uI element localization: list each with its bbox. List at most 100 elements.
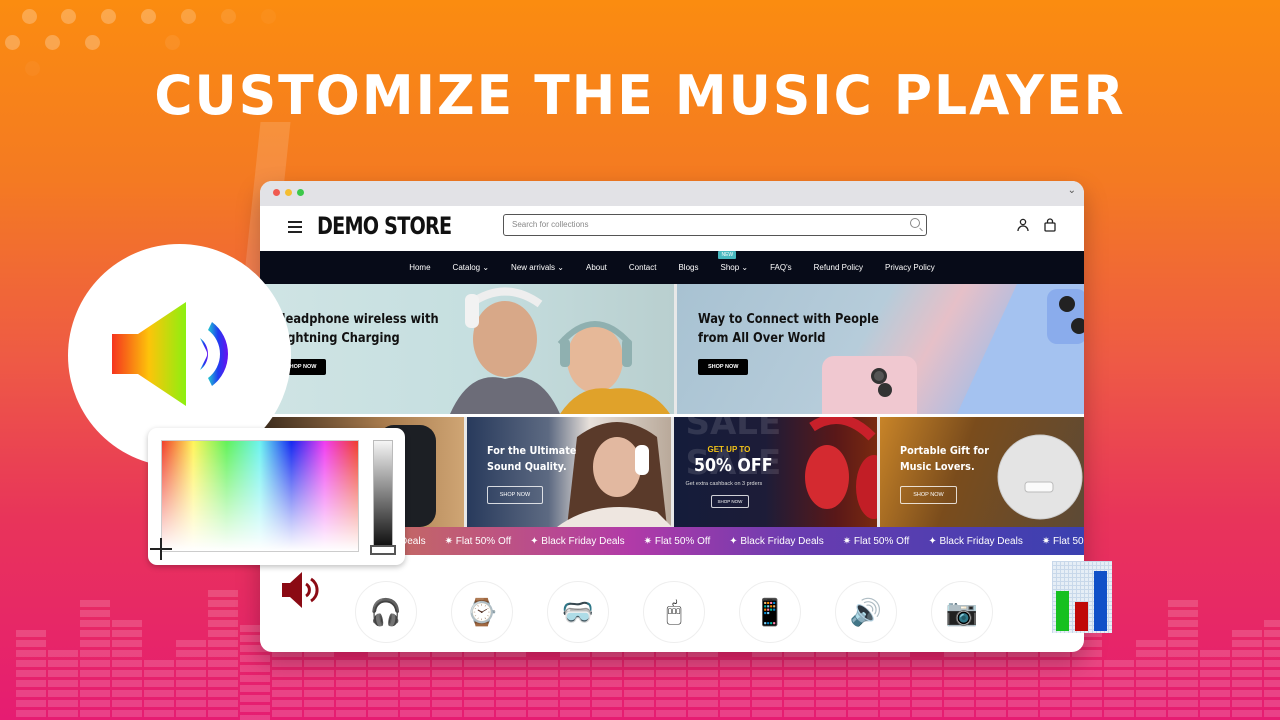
sale-kicker: GET UP TO [707,445,751,454]
browser-window: ⌄ DEMO STORE Search for collections Home… [260,181,1084,652]
search-input[interactable]: Search for collections [503,214,927,236]
ticker-item: ✦ Black Friday Deals [928,535,1023,547]
category-item[interactable]: 🖱 [643,581,705,643]
equalizer-bar [336,660,366,720]
equalizer-bar [656,640,686,720]
red-headphones-image [804,417,878,519]
ticker-item: ✷ Flat 50% Off [1041,535,1084,547]
promo-title-line1: Portable Gift for [900,444,990,457]
bar-chart-icon [1052,561,1112,633]
ticker-item: ✷ Flat 50% Off [643,535,711,547]
ticker-item: ✦ Black Friday Deals [530,535,625,547]
vr-headset-icon: 🥽 [561,596,595,627]
equalizer-bar [976,640,1006,720]
robot-vacuum-image [997,434,1083,520]
equalizer-bar [176,640,206,720]
maximize-window-button[interactable] [297,189,304,196]
nav-item-refund-policy[interactable]: Refund Policy [814,263,863,272]
smartwatch-icon: ⌚ [465,596,499,627]
phone-icon: 📱 [753,596,787,627]
main-nav: Home Catalog ⌄ New arrivals ⌄ About Contact B… [260,251,1084,284]
category-item[interactable]: ⌚ [451,581,513,643]
nav-item-shop[interactable]: Shop ⌄ NEW [718,251,748,272]
equalizer-bar [720,660,750,720]
equalizer-bar [112,620,142,720]
hero-banner-headphones[interactable]: Headphone wireless with Lightning Chargin… [260,284,674,414]
cart-icon[interactable] [1043,218,1057,232]
ticker-item: ✦ Black Friday Deals [729,535,824,547]
search-placeholder: Search for collections [512,220,589,229]
category-item[interactable]: 🥽 [547,581,609,643]
equalizer-bar [1104,660,1134,720]
color-spectrum[interactable] [161,440,359,552]
volume-gradient-icon [112,302,228,406]
nav-item-about[interactable]: About [586,263,607,272]
new-badge: NEW [718,251,737,259]
store-header: DEMO STORE Search for collections [260,206,1084,251]
shop-now-button[interactable]: SHOP NOW [900,486,957,504]
nav-item-contact[interactable]: Contact [629,263,657,272]
sale-subtitle: Get extra cashback on 3 prders [685,481,763,487]
equalizer-bar [48,650,78,720]
airpods-icon: 🎧 [369,596,403,627]
equalizer-bar [1040,650,1070,720]
equalizer-bar [1200,650,1230,720]
close-window-button[interactable] [273,189,280,196]
mouse-icon: 🖱 [666,596,682,626]
nav-item-privacy-policy[interactable]: Privacy Policy [885,263,935,272]
promo-title-line2: Sound Quality. [486,460,567,473]
equalizer-bar [528,660,558,720]
equalizer-bar [80,600,110,720]
equalizer-bar [1136,640,1166,720]
equalizer-bar [464,650,494,720]
nav-item-faq-s[interactable]: FAQ's [770,263,792,272]
equalizer-bar [400,640,430,720]
equalizer-bar [1232,630,1262,720]
equalizer-bar [1168,600,1198,720]
category-item[interactable]: 🎧 [355,581,417,643]
security-camera-icon: 📷 [945,596,979,627]
account-icon[interactable] [1016,218,1030,232]
equalizer-bar [912,660,942,720]
phones-image [822,284,1084,414]
shop-now-button[interactable]: SHOP NOW [486,486,544,504]
minimize-window-button[interactable] [285,189,292,196]
promo-banner-sale[interactable]: SALE SALE GET UP TO 50% OFF Get extra ca… [673,417,878,527]
category-item[interactable]: 🔊 [835,581,897,643]
speaker-icon: 🔊 [849,596,883,627]
equalizer-bar [144,660,174,720]
equalizer-bar [624,650,654,720]
store-logo[interactable]: DEMO STORE [317,212,452,240]
chevron-down-icon[interactable]: ⌄ [1068,185,1076,196]
hero-banner-phones[interactable]: Way to Connect with People from All Over … [677,284,1084,414]
volume-icon[interactable] [282,572,324,610]
shop-now-button[interactable]: SHOP NOW [698,359,749,375]
browser-titlebar: ⌄ [260,181,1084,206]
category-item[interactable]: 📱 [739,581,801,643]
shop-now-button[interactable]: SHOP NOW [710,495,750,508]
equalizer-bar [272,650,302,720]
nav-item-new-arrivals[interactable]: New arrivals ⌄ [511,263,564,272]
equalizer-bar [816,650,846,720]
equalizer-bar [16,630,46,720]
ticker-item: ✷ Flat 50% Off [842,535,910,547]
headline: CUSTOMIZE THE MUSIC PLAYER [154,64,1126,128]
category-list: 🎧 ⌚ 🥽 🖱 📱 🔊 📷 [355,581,993,643]
category-item[interactable]: 📷 [931,581,993,643]
lightness-slider-handle[interactable] [370,545,396,555]
nav-item-blogs[interactable]: Blogs [678,263,698,272]
promo-banner-gift[interactable]: Portable Gift for Music Lovers. SHOP NOW [880,417,1084,527]
lightness-slider[interactable] [373,440,393,554]
menu-icon[interactable] [288,221,302,236]
crosshair-cursor-icon[interactable] [150,538,172,560]
hero-banners: Headphone wireless with Lightning Chargin… [260,284,1084,414]
color-picker [148,428,405,565]
sale-title: 50% OFF [693,455,773,476]
promo-banner-sound-quality[interactable]: For the Ultimate Sound Quality. SHOP NOW [466,417,671,527]
promo-title-line1: For the Ultimate [486,444,577,457]
nav-item-catalog[interactable]: Catalog ⌄ [453,263,490,272]
equalizer-bar [1264,620,1280,720]
search-icon[interactable] [910,218,920,228]
nav-item-home[interactable]: Home [409,263,430,272]
couple-with-headphones-image [450,287,670,414]
